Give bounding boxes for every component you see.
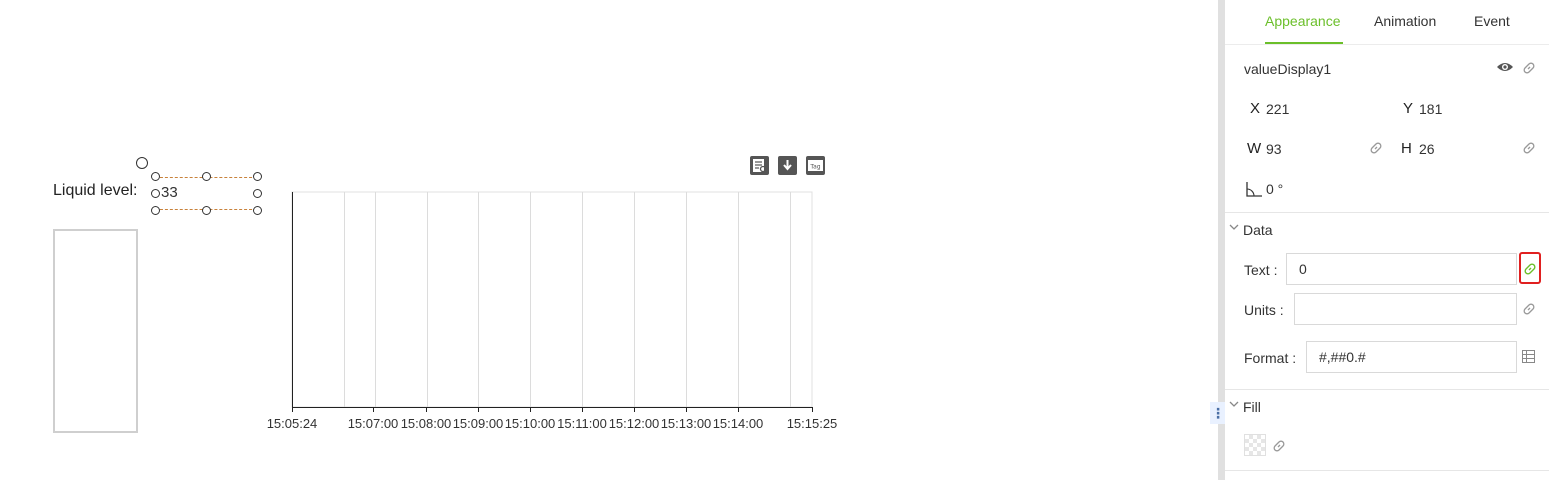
tab-appearance[interactable]: Appearance	[1265, 13, 1341, 29]
y-label: Y	[1403, 100, 1414, 117]
liquid-level-label: Liquid level:	[53, 182, 138, 199]
rotation-angle-icon	[1245, 181, 1263, 202]
format-table-icon[interactable]	[1522, 350, 1535, 368]
units-link-icon[interactable]	[1522, 302, 1536, 321]
x-tick-label: 15:11:00	[557, 416, 607, 431]
x-tick-label: 15:12:00	[609, 416, 660, 431]
units-field-label: Units :	[1244, 302, 1284, 318]
view-data-icon[interactable]	[750, 156, 769, 175]
h-link-icon[interactable]	[1522, 141, 1536, 160]
w-label: W	[1247, 140, 1262, 157]
w-link-icon[interactable]	[1369, 141, 1383, 160]
tab-event[interactable]: Event	[1474, 13, 1510, 29]
trend-chart[interactable]: 15:05:24 15:07:00 15:08:00 15:09:00 15:10:00…	[262, 185, 852, 445]
x-tick-label: 15:09:00	[453, 416, 504, 431]
resize-handle-e[interactable]	[253, 189, 262, 198]
visibility-eye-icon[interactable]	[1496, 60, 1514, 79]
h-label: H	[1401, 140, 1412, 157]
resize-handle-ne[interactable]	[253, 172, 262, 181]
text-binding-link-icon[interactable]	[1523, 262, 1537, 281]
format-field-label: Format :	[1244, 350, 1297, 366]
resize-handle-w[interactable]	[151, 189, 160, 198]
x-tick-label: 15:05:24	[267, 416, 318, 431]
plot-area	[291, 191, 813, 408]
component-name: valueDisplay1	[1244, 61, 1332, 77]
liquid-tank[interactable]	[53, 229, 138, 433]
section-divider	[1225, 470, 1549, 471]
chevron-down-icon[interactable]	[1229, 222, 1239, 235]
x-tick-label: 15:10:00	[505, 416, 556, 431]
format-field-input[interactable]: #,##0.#	[1306, 341, 1517, 373]
section-divider	[1225, 389, 1549, 390]
property-panel: Appearance Animation Event valueDisplay1…	[1225, 0, 1549, 480]
fill-color-swatch[interactable]	[1244, 434, 1266, 456]
resize-handle-s[interactable]	[202, 206, 211, 215]
text-field-label: Text :	[1244, 262, 1278, 278]
units-field-input[interactable]	[1294, 293, 1517, 325]
design-canvas[interactable]: Liquid level: 33 Tag 15:05:24 15:07:00 15:…	[0, 0, 1218, 480]
resize-handle-se[interactable]	[253, 206, 262, 215]
fill-section-title[interactable]: Fill	[1243, 399, 1261, 415]
fill-link-icon[interactable]	[1272, 439, 1286, 458]
x-label: X	[1250, 100, 1261, 117]
x-tick-label: 15:15:25	[787, 416, 838, 431]
svg-text:Tag: Tag	[809, 164, 820, 171]
y-value[interactable]: 181	[1419, 101, 1442, 117]
splitter-grip-icon[interactable]: ⋮	[1210, 402, 1226, 424]
x-tick-label: 15:07:00	[348, 416, 399, 431]
rotation-value[interactable]: 0 °	[1266, 181, 1283, 197]
rotate-handle[interactable]	[136, 157, 148, 169]
tab-animation[interactable]: Animation	[1374, 13, 1436, 29]
tabs-divider	[1225, 44, 1549, 45]
x-tick-label: 15:13:00	[661, 416, 712, 431]
link-icon[interactable]	[1522, 61, 1536, 80]
download-icon[interactable]	[778, 156, 797, 175]
x-tick-label: 15:14:00	[713, 416, 764, 431]
text-field-input[interactable]: 0	[1286, 253, 1517, 285]
x-tick-label: 15:08:00	[401, 416, 452, 431]
chevron-down-icon[interactable]	[1229, 399, 1239, 412]
x-value[interactable]: 221	[1266, 101, 1289, 117]
resize-handle-n[interactable]	[202, 172, 211, 181]
data-section-title[interactable]: Data	[1243, 222, 1273, 238]
w-value[interactable]: 93	[1266, 141, 1282, 157]
value-display-text: 33	[161, 184, 178, 201]
resize-handle-sw[interactable]	[151, 206, 160, 215]
section-divider	[1225, 212, 1549, 213]
tag-icon[interactable]: Tag	[806, 156, 825, 175]
resize-handle-nw[interactable]	[151, 172, 160, 181]
h-value[interactable]: 26	[1419, 141, 1435, 157]
